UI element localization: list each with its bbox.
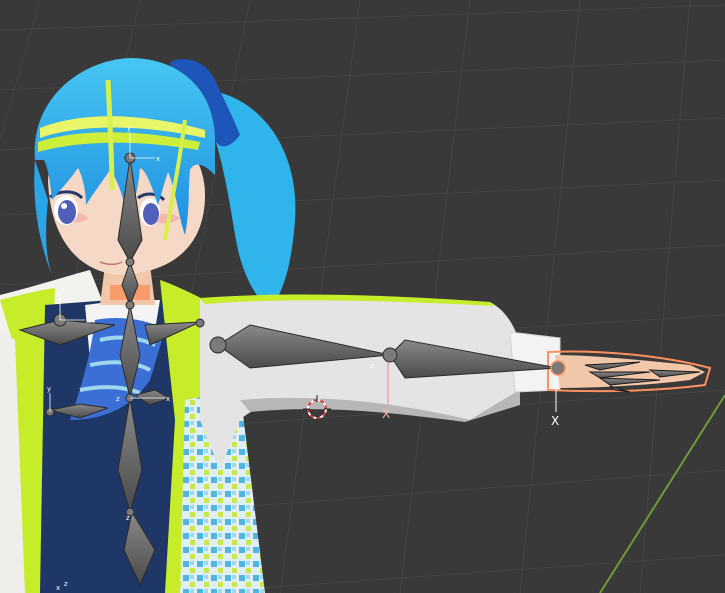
joint-shoulder[interactable] — [209, 336, 227, 354]
joint-elbow[interactable] — [382, 347, 398, 363]
eye-left-highlight — [61, 203, 67, 209]
head-x-label: x — [156, 155, 160, 163]
chest-y-label: y — [47, 385, 51, 393]
3d-viewport[interactable]: X X x y x z x z y z z x z — [0, 0, 725, 593]
viewport-canvas[interactable]: X X x y x z x z y z z x z — [0, 0, 725, 593]
chest-z-label: z — [116, 395, 120, 403]
grid-axis-line — [599, 394, 725, 593]
eye-left-iris — [58, 200, 76, 224]
sleeve — [200, 297, 520, 470]
head-y-label: y — [127, 124, 131, 132]
foot-x-label: x — [56, 584, 60, 592]
spine-z-label: z — [126, 514, 130, 522]
hand-axis-label: X — [551, 414, 559, 428]
foot-z-label: z — [64, 580, 68, 588]
elbow-axis-label: X — [382, 407, 390, 421]
joint-wrist[interactable] — [550, 360, 566, 376]
hand-z-label: z — [370, 362, 374, 370]
chest-x-label: x — [166, 395, 170, 403]
shoulder-x-label: x — [86, 317, 90, 325]
shoulder-z-label: z — [57, 290, 61, 298]
eye-right-iris — [143, 203, 159, 225]
